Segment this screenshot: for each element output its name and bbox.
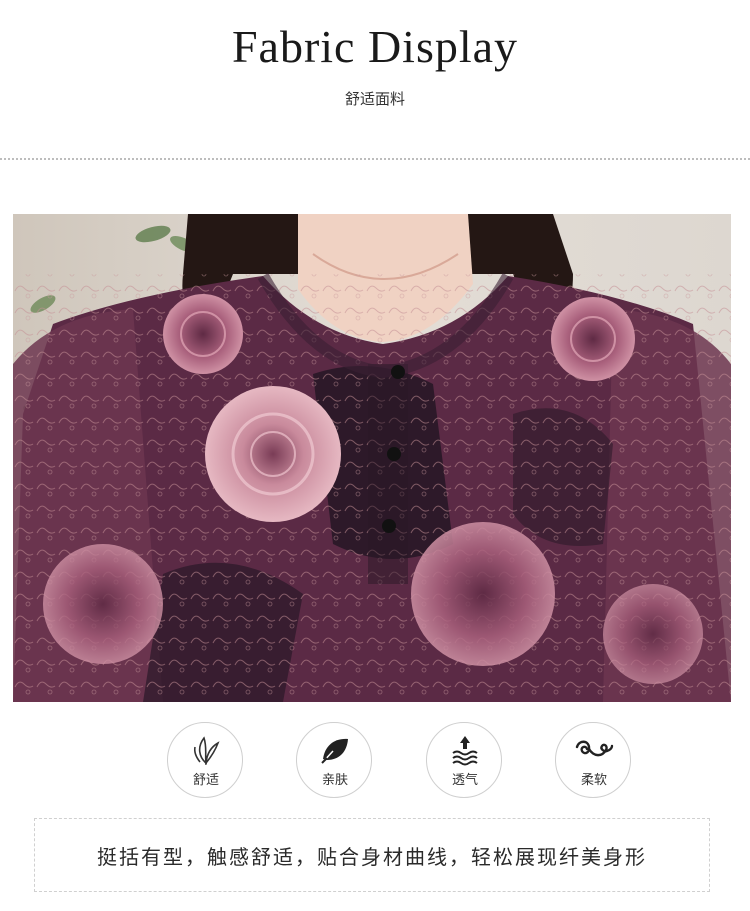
feature-icons-row: 舒适 亲肤 透气 柔软 [0,722,750,802]
fabric-photo [13,214,731,702]
breathable-arrow-waves-icon [427,733,503,767]
page-subtitle: 舒适面料 [344,90,405,108]
description-text: 挺括有型，触感舒适，贴合身材曲线，轻松展现纤美身形 [97,844,647,869]
leaf-dark-icon [297,733,373,767]
feature-label: 柔软 [580,773,607,788]
soft-swirl-icon [556,733,632,767]
feature-label: 透气 [451,773,478,788]
feature-comfort: 舒适 [167,722,243,798]
leaf-icon [168,733,244,767]
feature-skin-friendly: 亲肤 [296,722,372,798]
page-title: Fabric Display [231,21,519,72]
dotted-divider [0,158,750,160]
feature-soft: 柔软 [555,722,631,798]
description-box: 挺括有型，触感舒适，贴合身材曲线，轻松展现纤美身形 [34,818,710,892]
feature-label: 亲肤 [321,773,348,788]
feature-label: 舒适 [192,773,219,788]
feature-breathable: 透气 [426,722,502,798]
